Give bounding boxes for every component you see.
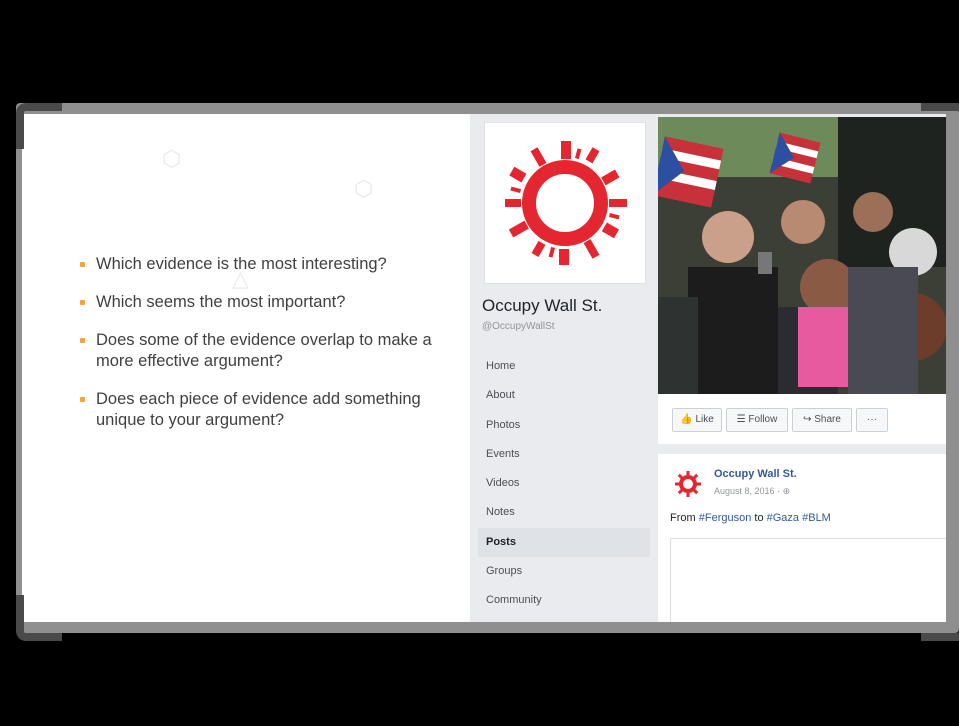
more-button[interactable]: ··· xyxy=(856,408,888,432)
globe-icon: ⊕ xyxy=(782,486,791,496)
question-item: Does each piece of evidence add somethin… xyxy=(80,389,460,431)
bullet-icon xyxy=(80,300,85,305)
thumbs-up-icon: 👍 xyxy=(680,414,696,425)
hashtag-link[interactable]: #BLM xyxy=(802,512,831,524)
frame-corner xyxy=(16,595,62,641)
nav-item-groups[interactable]: Groups xyxy=(478,557,650,586)
facebook-page-screenshot: Occupy Wall St. @OccupyWallSt Home About… xyxy=(470,114,946,622)
nav-item-about[interactable]: About xyxy=(478,381,650,410)
post-media[interactable] xyxy=(670,538,946,622)
profile-picture[interactable] xyxy=(484,122,646,284)
rss-icon: ☰ xyxy=(736,414,749,425)
nav-item-photos[interactable]: Photos xyxy=(478,411,650,440)
hashtag-link[interactable]: #Ferguson xyxy=(699,512,752,524)
post-avatar-icon[interactable] xyxy=(674,470,702,498)
nav-item-community[interactable]: Community xyxy=(478,586,650,615)
question-list: Which evidence is the most interesting? … xyxy=(80,254,460,448)
slide: ⬡ ⬡ △ Which evidence is the most interes… xyxy=(22,114,946,622)
follow-button[interactable]: ☰ Follow xyxy=(726,408,788,432)
share-arrow-icon: ↪ xyxy=(803,414,815,425)
facebook-sidebar: Occupy Wall St. @OccupyWallSt Home About… xyxy=(470,114,658,622)
nav-item-posts[interactable]: Posts xyxy=(478,527,650,558)
hexagon-decoration-icon: ⬡ xyxy=(354,176,374,201)
like-button[interactable]: 👍 Like xyxy=(672,408,722,432)
post-text: From #Ferguson to #Gaza #BLM xyxy=(670,512,831,524)
slide-left-panel: ⬡ ⬡ △ Which evidence is the most interes… xyxy=(22,114,470,622)
bullet-icon xyxy=(80,338,85,343)
page-nav: Home About Photos Events Videos Notes Po… xyxy=(478,352,650,616)
cover-photo[interactable] xyxy=(658,117,946,394)
share-button[interactable]: ↪ Share xyxy=(792,408,852,432)
nav-item-events[interactable]: Events xyxy=(478,440,650,469)
page-handle: @OccupyWallSt xyxy=(482,321,555,332)
post-author[interactable]: Occupy Wall St. xyxy=(714,468,797,480)
page-action-bar: 👍 Like ☰ Follow ↪ Share ··· xyxy=(658,394,946,444)
question-item: Which seems the most important? xyxy=(80,292,460,313)
page-name[interactable]: Occupy Wall St. xyxy=(482,296,602,316)
occupy-logo-icon xyxy=(505,141,627,265)
hexagon-decoration-icon: ⬡ xyxy=(162,146,182,171)
bullet-icon xyxy=(80,262,85,267)
nav-item-home[interactable]: Home xyxy=(478,352,650,381)
post-date[interactable]: August 8, 2016 · ⊕ xyxy=(714,486,790,497)
nav-item-notes[interactable]: Notes xyxy=(478,498,650,527)
frame-corner xyxy=(921,103,959,149)
question-item: Does some of the evidence overlap to mak… xyxy=(80,330,460,372)
frame-corner xyxy=(921,595,959,641)
question-item: Which evidence is the most interesting? xyxy=(80,254,460,275)
frame-corner xyxy=(16,103,62,149)
hashtag-link[interactable]: #Gaza xyxy=(767,512,799,524)
bullet-icon xyxy=(80,397,85,402)
nav-item-videos[interactable]: Videos xyxy=(478,469,650,498)
protest-crowd-photo xyxy=(658,117,946,394)
post-card: Occupy Wall St. August 8, 2016 · ⊕ From … xyxy=(658,454,946,622)
